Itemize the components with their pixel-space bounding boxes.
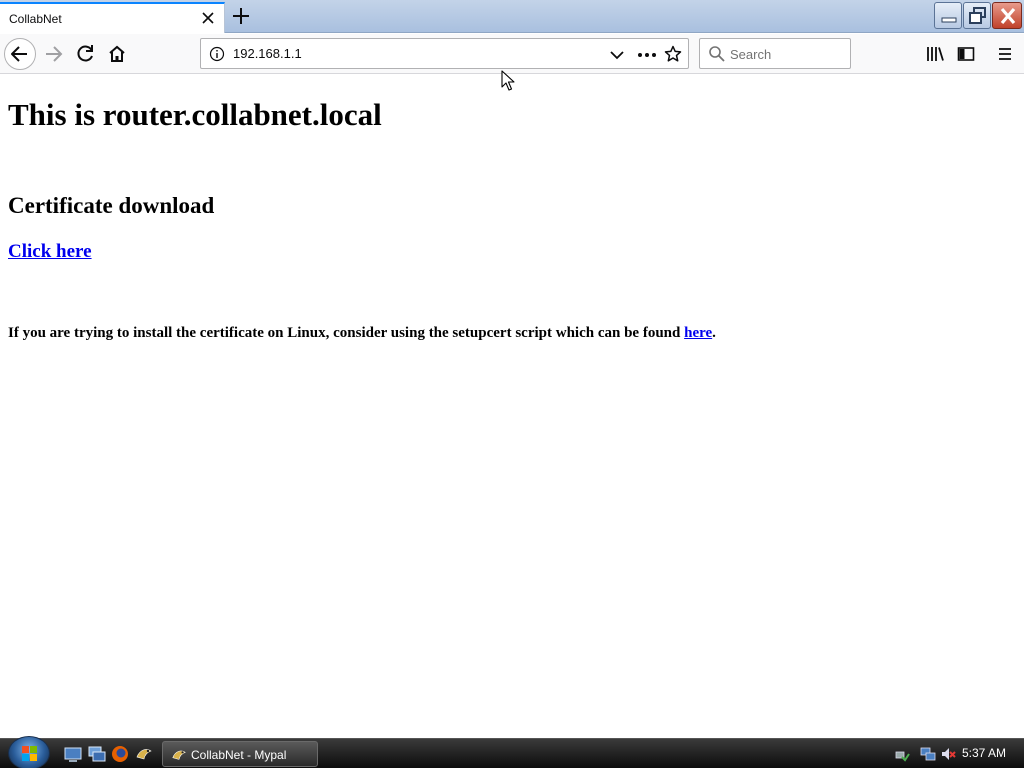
- tab-strip: CollabNet: [0, 0, 1024, 33]
- sidebar-button[interactable]: [951, 39, 981, 69]
- switch-windows-icon[interactable]: [88, 745, 106, 763]
- reload-button[interactable]: [71, 39, 101, 69]
- address-bar[interactable]: 192.168.1.1: [200, 38, 689, 69]
- sidebar-icon: [957, 47, 975, 61]
- certificate-heading: Certificate download: [8, 193, 215, 218]
- taskbar-item-label: CollabNet - Mypal: [191, 748, 287, 762]
- safely-remove-hardware-icon[interactable]: [894, 746, 910, 762]
- start-button[interactable]: [8, 736, 50, 768]
- url-text[interactable]: 192.168.1.1: [233, 46, 302, 61]
- home-icon: [109, 45, 125, 62]
- volume-muted-icon[interactable]: [940, 746, 956, 762]
- taskbar-item-mypal[interactable]: CollabNet - Mypal: [162, 741, 318, 767]
- library-button[interactable]: [920, 39, 950, 69]
- windows-logo-icon: [22, 746, 37, 761]
- page-content: This is router.collabnet.local Certifica…: [0, 75, 1024, 738]
- plus-icon[interactable]: [230, 5, 252, 27]
- tab-collabnet[interactable]: CollabNet: [0, 2, 225, 33]
- mouse-cursor-icon: [501, 70, 515, 91]
- tab-title: CollabNet: [9, 12, 62, 26]
- star-icon[interactable]: [664, 45, 682, 63]
- mypal-icon[interactable]: [135, 745, 153, 763]
- minimize-button[interactable]: [934, 2, 962, 29]
- window-close-button[interactable]: [992, 2, 1022, 29]
- info-icon[interactable]: [209, 46, 225, 62]
- hamburger-menu-icon: [999, 48, 1011, 60]
- home-button[interactable]: [102, 39, 132, 69]
- back-button[interactable]: [4, 38, 36, 70]
- forward-button[interactable]: [40, 39, 70, 69]
- reload-icon: [77, 45, 93, 62]
- mypal-icon: [172, 750, 186, 760]
- arrow-left-icon: [11, 46, 27, 62]
- chevron-down-icon[interactable]: [609, 47, 625, 63]
- search-box[interactable]: [699, 38, 851, 69]
- system-clock[interactable]: 5:37 AM: [962, 746, 1006, 760]
- page-title: This is router.collabnet.local: [8, 97, 382, 132]
- show-desktop-icon[interactable]: [64, 745, 82, 763]
- arrow-right-icon: [46, 46, 63, 62]
- search-input[interactable]: [730, 45, 845, 63]
- setupcert-script-link[interactable]: here: [684, 325, 712, 341]
- restore-button[interactable]: [963, 2, 991, 29]
- navigation-toolbar: 192.168.1.1: [0, 34, 1024, 74]
- network-icon[interactable]: [920, 746, 936, 762]
- library-icon: [927, 47, 944, 61]
- ellipsis-icon[interactable]: [637, 47, 657, 63]
- menu-button[interactable]: [990, 39, 1020, 69]
- close-icon[interactable]: [200, 10, 216, 26]
- taskbar: CollabNet - Mypal 5:37 AM: [0, 736, 1024, 768]
- linux-note: If you are trying to install the certifi…: [8, 325, 716, 342]
- firefox-icon[interactable]: [111, 745, 129, 763]
- linux-note-suffix: .: [712, 325, 716, 341]
- linux-note-text: If you are trying to install the certifi…: [8, 325, 685, 341]
- certificate-download-link[interactable]: Click here: [8, 241, 92, 263]
- search-icon: [709, 46, 725, 62]
